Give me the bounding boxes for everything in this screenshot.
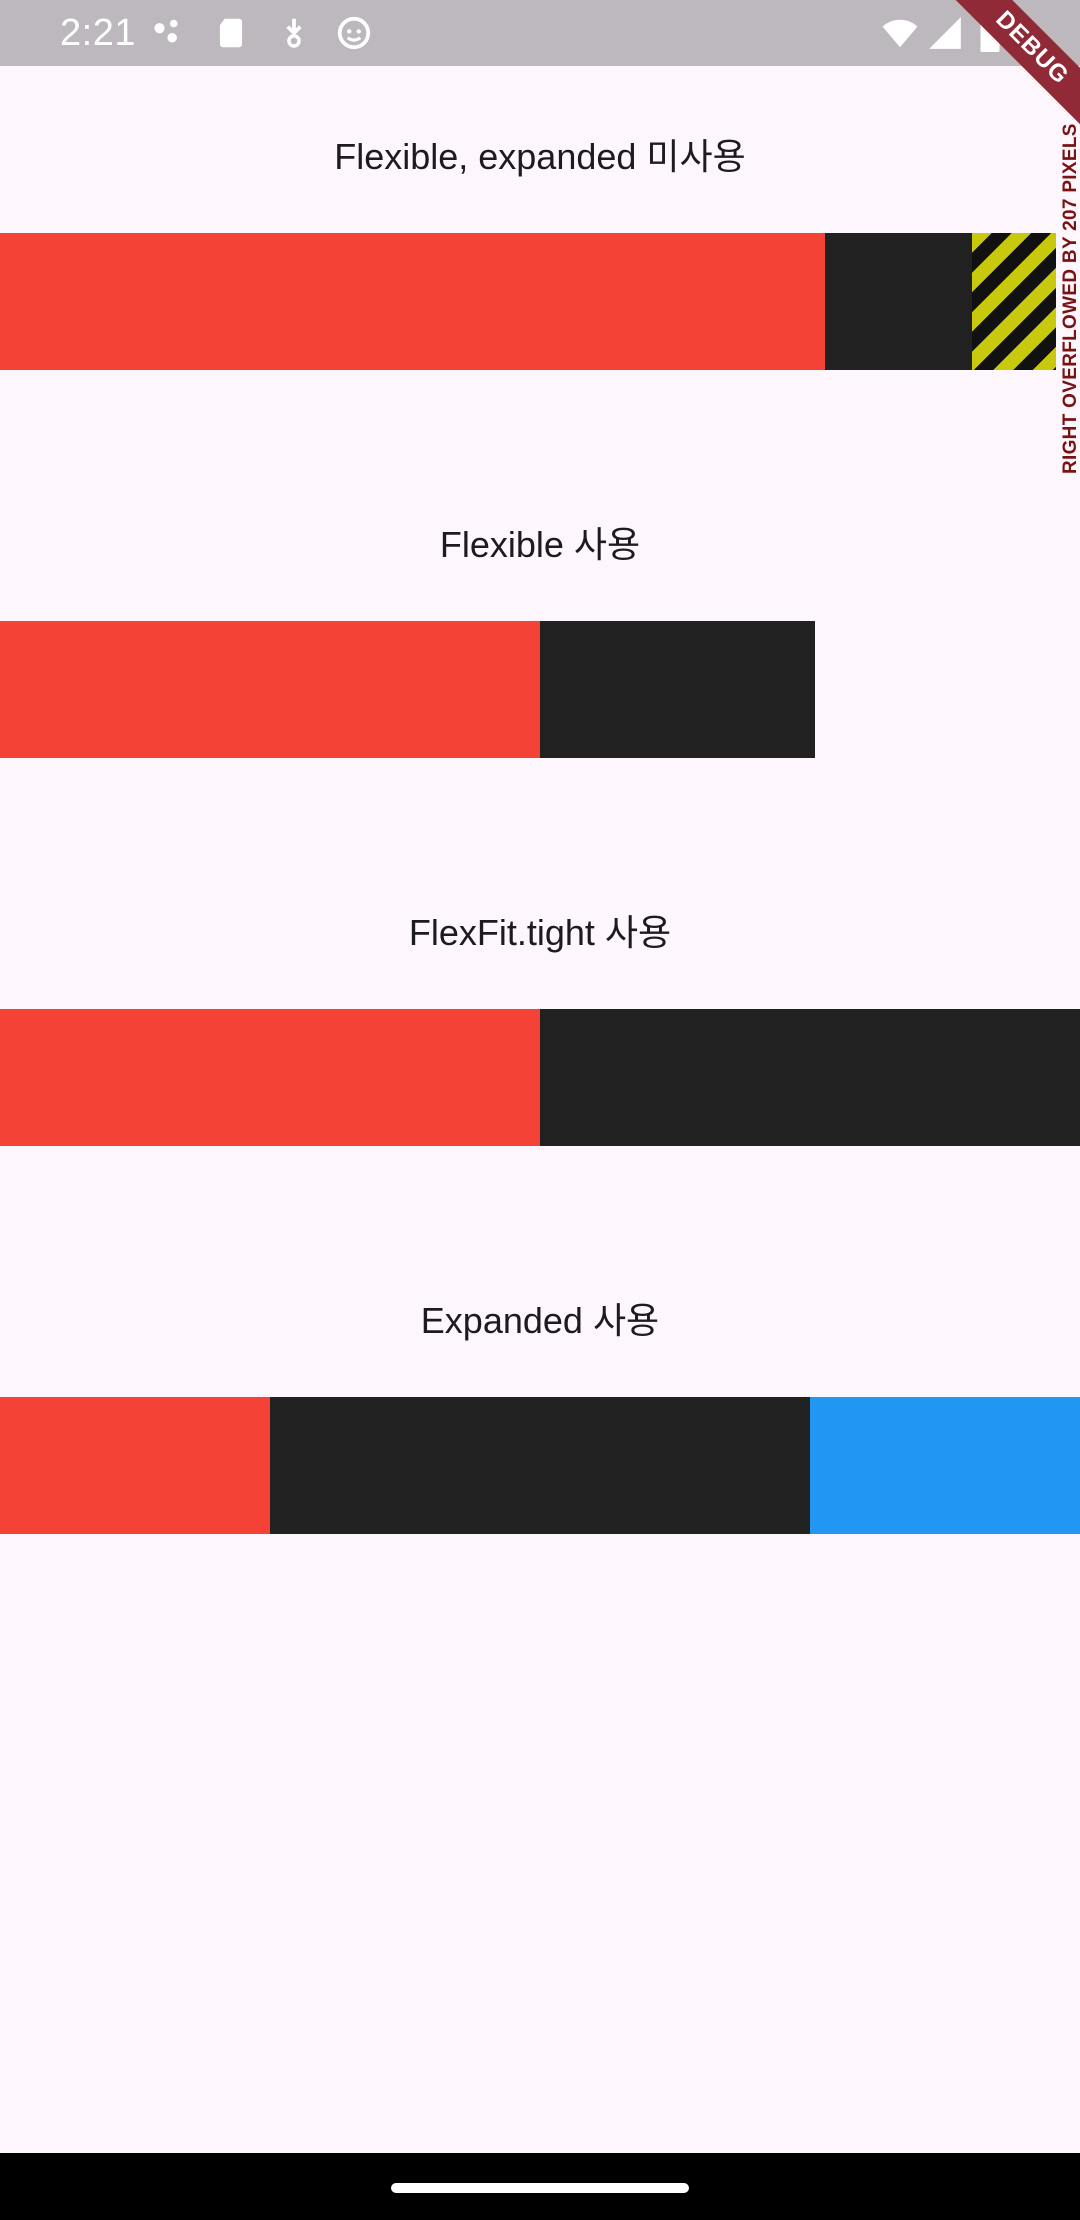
section-title-flexible: Flexible 사용 [439, 524, 641, 565]
blue-box [810, 1397, 1080, 1534]
status-time: 2:21 [60, 12, 136, 54]
download-icon [275, 14, 313, 52]
dark-box [540, 1009, 1080, 1146]
row-expanded [0, 1397, 1080, 1534]
overflow-warning-label: RIGHT OVERFLOWED BY 207 PIXELS [1060, 123, 1080, 474]
overflow-indicator [972, 233, 1056, 370]
dark-box [540, 621, 815, 758]
dots-icon [150, 14, 188, 52]
red-box [0, 233, 825, 370]
red-box [0, 1397, 270, 1534]
section-title-expanded: Expanded 사용 [420, 1300, 660, 1341]
row-no-flex [0, 233, 1080, 370]
row-flexible [0, 621, 1080, 758]
navigation-bar [0, 2153, 1080, 2220]
section-title-no-flex: Flexible, expanded 미사용 [334, 136, 746, 177]
red-box [0, 621, 540, 758]
sd-card-icon [212, 14, 250, 52]
wifi-icon [880, 14, 920, 52]
row-flexfit-tight [0, 1009, 1080, 1146]
status-bar: 2:21 [0, 0, 1080, 66]
red-box [0, 1009, 540, 1146]
dark-box [270, 1397, 810, 1534]
app-screen: 2:21 DEBUG Flexible, expanded 미사용 RIGHT … [0, 0, 1080, 2220]
section-title-flexfit-tight: FlexFit.tight 사용 [408, 912, 672, 953]
signal-icon [926, 14, 964, 52]
dark-box [825, 233, 972, 370]
face-icon [335, 14, 373, 52]
home-gesture-handle[interactable] [391, 2183, 689, 2193]
